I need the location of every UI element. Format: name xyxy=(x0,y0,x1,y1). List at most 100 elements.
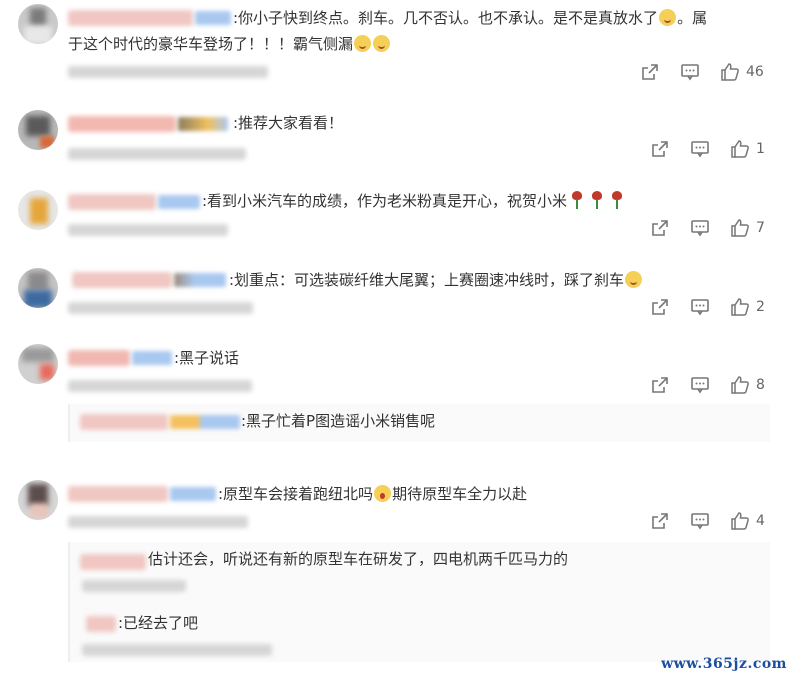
like-count: 8 xyxy=(756,377,765,393)
timestamp-blurred xyxy=(68,148,246,160)
wink-emoji-icon xyxy=(354,35,372,52)
share-button[interactable] xyxy=(650,375,670,395)
timestamp-blurred xyxy=(68,516,248,528)
timestamp-blurred xyxy=(68,66,268,78)
like-button[interactable]: 7 xyxy=(730,218,765,238)
wink-emoji-icon xyxy=(659,9,677,26)
thumbs-up-icon xyxy=(730,511,750,531)
shocked-emoji-icon xyxy=(374,485,392,502)
comment-actions: 8 xyxy=(650,374,765,396)
reply-thread: :黑子忙着P图造谣小米销售呢 xyxy=(68,404,770,442)
like-count: 7 xyxy=(756,220,765,236)
comment-text: :划重点：可选装碳纤维大尾翼；上赛圈速冲线时，踩了刹车 xyxy=(229,269,643,291)
like-count: 4 xyxy=(756,513,765,529)
thumbs-up-icon xyxy=(730,375,750,395)
username-blurred[interactable] xyxy=(68,116,176,132)
comment-icon xyxy=(690,375,710,395)
wink-emoji-icon xyxy=(625,271,643,288)
reply-thread: 估计还会，听说还有新的原型车在研发了，四电机两千匹马力的 :已经去了吧 xyxy=(68,542,770,662)
timestamp-blurred xyxy=(68,224,228,236)
watermark: www.365jz.com xyxy=(661,656,787,672)
comment-icon xyxy=(680,62,700,82)
reply-button[interactable] xyxy=(690,218,710,238)
comment-text-line2: 于这个时代的豪华车登场了！！！霸气侧漏 xyxy=(68,33,391,55)
username-blurred[interactable] xyxy=(68,194,156,210)
thumbs-up-icon xyxy=(730,139,750,159)
reply-button[interactable] xyxy=(690,139,710,159)
share-button[interactable] xyxy=(650,297,670,317)
rose-emoji-icon xyxy=(611,191,623,209)
thumbs-up-icon xyxy=(730,218,750,238)
share-icon xyxy=(640,62,660,82)
thumbs-up-icon xyxy=(730,297,750,317)
share-button[interactable] xyxy=(650,218,670,238)
like-count: 46 xyxy=(746,64,764,80)
reply-text: :黑子忙着P图造谣小米销售呢 xyxy=(241,412,436,430)
comment-actions: 1 xyxy=(650,138,765,160)
rose-emoji-icon xyxy=(591,191,603,209)
avatar[interactable] xyxy=(18,268,58,308)
comment-actions: 7 xyxy=(650,217,765,239)
reply-text: 估计还会，听说还有新的原型车在研发了，四电机两千匹马力的 xyxy=(148,550,569,568)
rose-emoji-icon xyxy=(571,191,583,209)
like-button[interactable]: 8 xyxy=(730,375,765,395)
comment-icon xyxy=(690,139,710,159)
like-button[interactable]: 1 xyxy=(730,139,765,159)
share-icon xyxy=(650,375,670,395)
comment-actions: 46 xyxy=(640,61,764,83)
user-badge xyxy=(174,273,226,287)
share-icon xyxy=(650,297,670,317)
share-button[interactable] xyxy=(650,511,670,531)
reply-username-blurred[interactable] xyxy=(86,616,116,632)
user-badge xyxy=(132,351,172,365)
thumbs-up-icon xyxy=(720,62,740,82)
user-badge xyxy=(178,117,228,131)
share-button[interactable] xyxy=(650,139,670,159)
reply-timestamp-blurred xyxy=(82,580,186,592)
reply-button[interactable] xyxy=(690,297,710,317)
username-blurred[interactable] xyxy=(68,10,193,26)
like-count: 1 xyxy=(756,141,765,157)
comment-icon xyxy=(690,511,710,531)
comment-text: :原型车会接着跑纽北吗 期待原型车全力以赴 xyxy=(218,485,528,503)
share-icon xyxy=(650,511,670,531)
avatar[interactable] xyxy=(18,344,58,384)
avatar[interactable] xyxy=(18,480,58,520)
comment-actions: 4 xyxy=(650,510,765,532)
reply-username-blurred[interactable] xyxy=(80,414,168,430)
share-icon xyxy=(650,218,670,238)
avatar[interactable] xyxy=(18,190,58,230)
share-button[interactable] xyxy=(640,62,660,82)
like-count: 2 xyxy=(756,299,765,315)
reply-button[interactable] xyxy=(680,62,700,82)
comment-text: :看到小米汽车的成绩，作为老米粉真是开心，祝贺小米 xyxy=(202,190,627,212)
comment-text: :你小子快到终点。刹车。几不否认。也不承认。是不是真放水了 。属 xyxy=(233,7,768,29)
avatar[interactable] xyxy=(18,4,58,44)
timestamp-blurred xyxy=(68,302,253,314)
share-icon xyxy=(650,139,670,159)
like-button[interactable]: 4 xyxy=(730,511,765,531)
reply-button[interactable] xyxy=(690,511,710,531)
like-button[interactable]: 2 xyxy=(730,297,765,317)
username-blurred[interactable] xyxy=(68,350,130,366)
username-blurred[interactable] xyxy=(68,486,168,502)
comment-icon xyxy=(690,297,710,317)
reply-username-blurred[interactable] xyxy=(80,554,146,570)
user-badge xyxy=(170,487,216,501)
comment-actions: 2 xyxy=(650,296,765,318)
comment-icon xyxy=(690,218,710,238)
like-button[interactable]: 46 xyxy=(720,62,764,82)
comment-text-part: :你小子快到终点。刹车。几不否认。也不承认。是不是真放水了 xyxy=(233,9,659,27)
reply-text: :已经去了吧 xyxy=(118,614,199,632)
timestamp-blurred xyxy=(68,380,252,392)
user-badge xyxy=(170,415,240,429)
avatar[interactable] xyxy=(18,110,58,150)
user-badge xyxy=(195,11,231,25)
comment-text: :推荐大家看看！ xyxy=(233,114,344,132)
user-badge xyxy=(158,195,200,209)
reply-button[interactable] xyxy=(690,375,710,395)
comment-text: :黑子说话 xyxy=(174,349,240,367)
reply-timestamp-blurred xyxy=(82,644,272,656)
username-blurred[interactable] xyxy=(72,272,172,288)
comment-text-part: 。属 xyxy=(677,9,708,27)
